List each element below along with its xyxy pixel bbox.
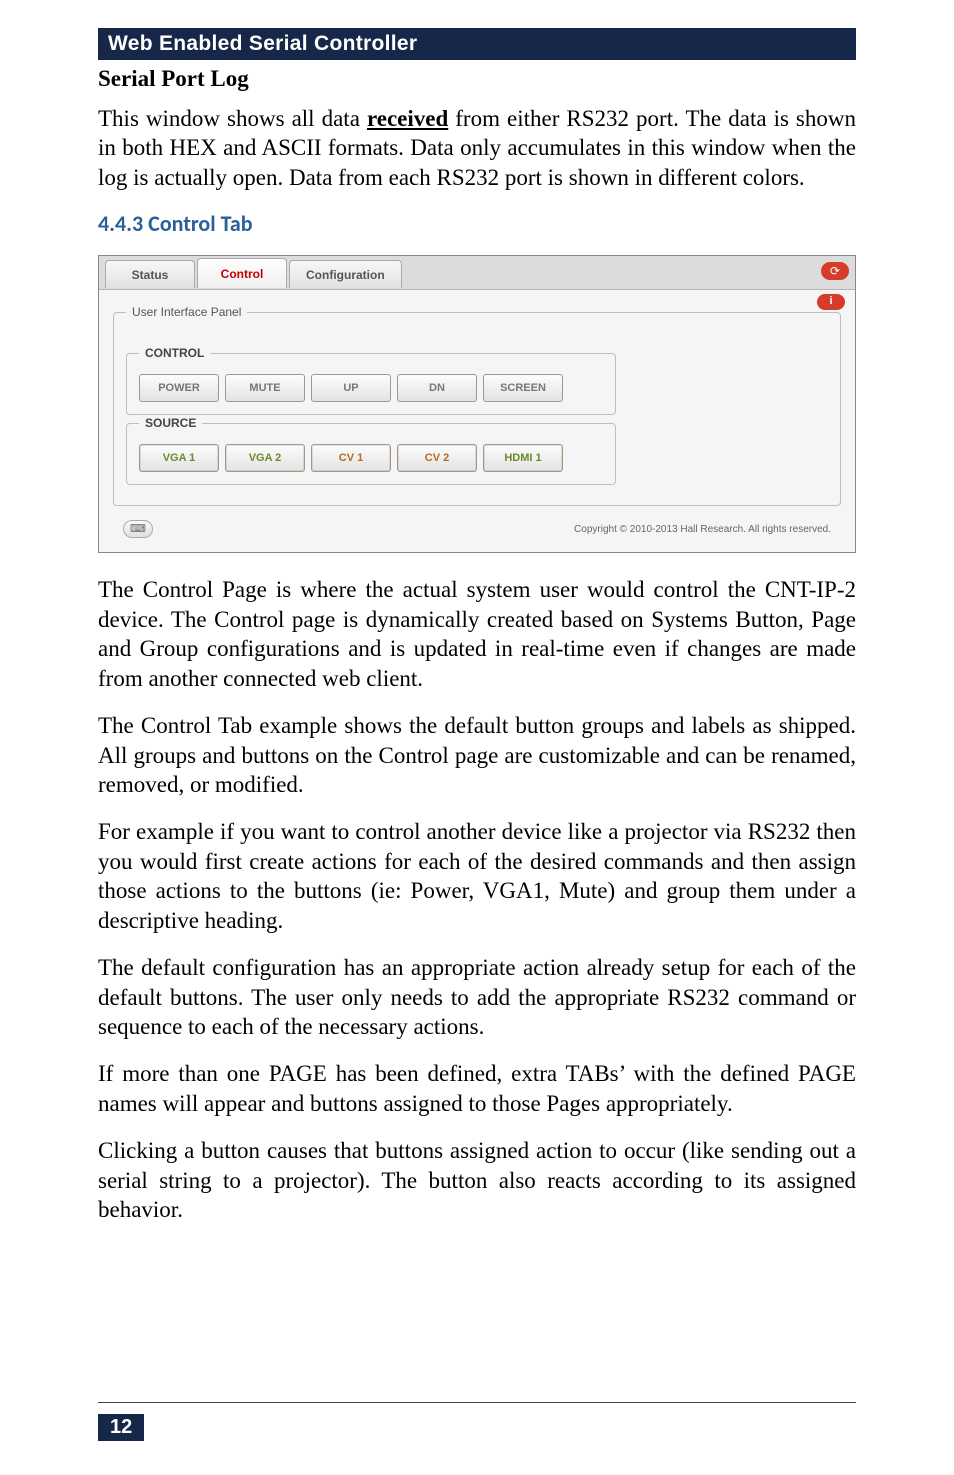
text-fragment: This window shows all data bbox=[98, 106, 367, 131]
control-group-legend: CONTROL bbox=[139, 346, 210, 360]
panel-area: i User Interface Panel CONTROL POWER MUT… bbox=[99, 290, 855, 552]
para-4: The default configuration has an appropr… bbox=[98, 953, 856, 1041]
copyright-text: Copyright © 2010-2013 Hall Research. All… bbox=[574, 524, 831, 535]
source-group-legend: SOURCE bbox=[139, 416, 202, 430]
doc-header: Web Enabled Serial Controller bbox=[98, 28, 856, 60]
para-5: If more than one PAGE has been defined, … bbox=[98, 1059, 856, 1118]
hdmi1-button[interactable]: HDMI 1 bbox=[483, 444, 563, 472]
control-tab-screenshot: Status Control Configuration ⟳ i User In… bbox=[98, 255, 856, 553]
cv2-button[interactable]: CV 2 bbox=[397, 444, 477, 472]
dn-button[interactable]: DN bbox=[397, 374, 477, 402]
keyboard-icon[interactable]: ⌨ bbox=[123, 520, 153, 538]
tab-configuration[interactable]: Configuration bbox=[289, 260, 402, 288]
control-button-row: POWER MUTE UP DN SCREEN bbox=[139, 374, 603, 402]
user-interface-panel-legend: User Interface Panel bbox=[126, 305, 247, 319]
source-group-fieldset: SOURCE VGA 1 VGA 2 CV 1 CV 2 HDMI 1 bbox=[126, 423, 616, 485]
para-6: Clicking a button causes that buttons as… bbox=[98, 1136, 856, 1224]
para-2: The Control Tab example shows the defaul… bbox=[98, 711, 856, 799]
tab-control[interactable]: Control bbox=[197, 258, 287, 288]
underlined-received: received bbox=[367, 106, 448, 131]
serial-port-log-heading: Serial Port Log bbox=[98, 66, 856, 92]
cv1-button[interactable]: CV 1 bbox=[311, 444, 391, 472]
power-button[interactable]: POWER bbox=[139, 374, 219, 402]
page-number: 12 bbox=[98, 1414, 144, 1441]
control-tab-heading: 4.4.3 Control Tab bbox=[98, 210, 856, 237]
para-1: The Control Page is where the actual sys… bbox=[98, 575, 856, 693]
vga2-button[interactable]: VGA 2 bbox=[225, 444, 305, 472]
screen-button[interactable]: SCREEN bbox=[483, 374, 563, 402]
up-button[interactable]: UP bbox=[311, 374, 391, 402]
mute-button[interactable]: MUTE bbox=[225, 374, 305, 402]
ui-footer: ⌨ Copyright © 2010-2013 Hall Research. A… bbox=[113, 514, 841, 546]
tab-bar: Status Control Configuration ⟳ bbox=[99, 256, 855, 290]
source-button-row: VGA 1 VGA 2 CV 1 CV 2 HDMI 1 bbox=[139, 444, 603, 472]
refresh-icon[interactable]: ⟳ bbox=[821, 262, 849, 280]
user-interface-panel-fieldset: User Interface Panel CONTROL POWER MUTE … bbox=[113, 312, 841, 506]
serial-port-log-para: This window shows all data received from… bbox=[98, 104, 856, 192]
vga1-button[interactable]: VGA 1 bbox=[139, 444, 219, 472]
para-3: For example if you want to control anoth… bbox=[98, 817, 856, 935]
tab-status[interactable]: Status bbox=[105, 260, 195, 288]
footer-rule bbox=[98, 1402, 856, 1403]
control-group-fieldset: CONTROL POWER MUTE UP DN SCREEN bbox=[126, 353, 616, 415]
info-icon[interactable]: i bbox=[817, 294, 845, 310]
